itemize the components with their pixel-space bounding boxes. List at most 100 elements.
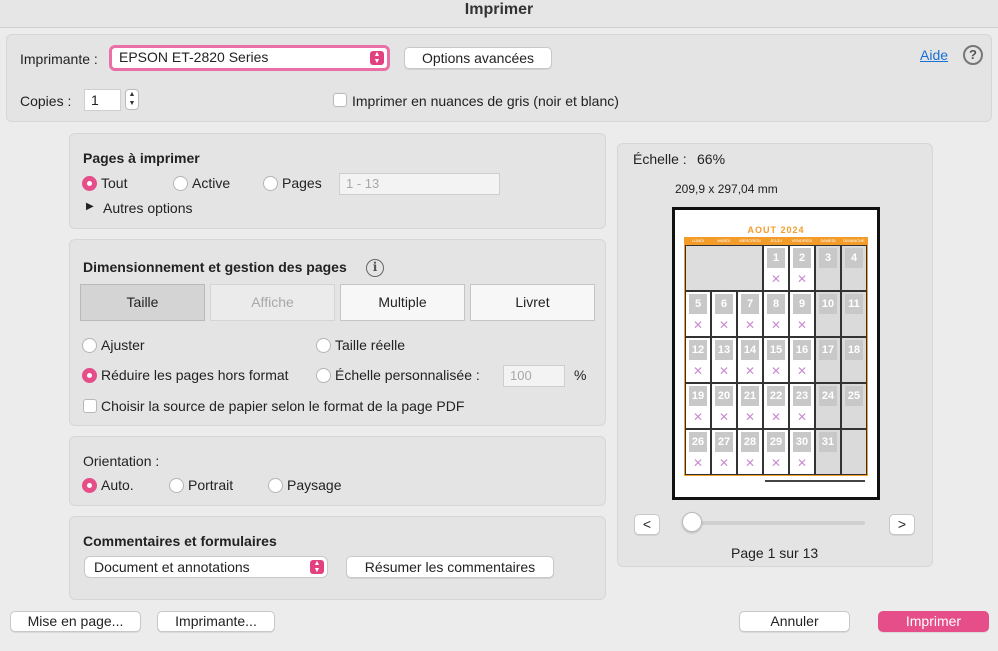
- calendar-day-cell: 16 ✕: [789, 337, 815, 383]
- prev-page-button[interactable]: <: [634, 514, 660, 535]
- calendar-day-number: 22: [767, 386, 785, 406]
- calendar-day-number: 21: [741, 386, 759, 406]
- copies-label: Copies :: [20, 93, 72, 109]
- crossed-icon: ✕: [770, 364, 782, 378]
- calendar-day-cell: 28 ✕: [737, 429, 763, 475]
- zoom-slider-track[interactable]: [683, 521, 865, 525]
- print-button[interactable]: Imprimer: [878, 611, 989, 632]
- radio-pages[interactable]: [263, 176, 278, 191]
- next-page-button[interactable]: >: [889, 514, 915, 535]
- calendar-day-number: 14: [741, 340, 759, 360]
- weekday-header: MERCREDI: [737, 237, 763, 245]
- calendar-day-cell: 7 ✕: [737, 291, 763, 337]
- calendar-day-cell: 26 ✕: [685, 429, 711, 475]
- calendar-day-cell: 23 ✕: [789, 383, 815, 429]
- grayscale-checkbox[interactable]: [333, 93, 347, 107]
- calendar-day-cell: 12 ✕: [685, 337, 711, 383]
- mode-booklet-button[interactable]: Livret: [470, 284, 595, 321]
- calendar-day-cell: 30 ✕: [789, 429, 815, 475]
- printer-select-value: EPSON ET-2820 Series: [119, 49, 269, 65]
- calendar-blank-cell: [841, 429, 867, 475]
- radio-fit-label: Ajuster: [101, 337, 145, 353]
- calendar-day-number: 1: [767, 248, 785, 268]
- calendar-day-number: 7: [741, 294, 759, 314]
- advanced-options-button[interactable]: Options avancées: [404, 47, 552, 69]
- radio-fit[interactable]: [82, 338, 97, 353]
- orientation-section: [69, 436, 606, 506]
- calendar-day-cell: 25: [841, 383, 867, 429]
- radio-auto[interactable]: [82, 478, 97, 493]
- calendar-day-number: 25: [845, 386, 863, 406]
- calendar-day-number: 20: [715, 386, 733, 406]
- calendar-day-cell: 2 ✕: [789, 245, 815, 291]
- crossed-icon: ✕: [692, 364, 704, 378]
- radio-landscape-label: Paysage: [287, 477, 342, 493]
- page-range-input[interactable]: 1 - 13: [339, 173, 500, 195]
- calendar-day-number: 29: [767, 432, 785, 452]
- percent-label: %: [574, 367, 587, 383]
- comments-select-value: Document et annotations: [94, 559, 250, 575]
- crossed-icon: ✕: [796, 318, 808, 332]
- mode-multiple-button[interactable]: Multiple: [340, 284, 465, 321]
- more-options-label[interactable]: Autres options: [103, 200, 193, 216]
- calendar-day-cell: 10: [815, 291, 841, 337]
- disclosure-triangle-icon[interactable]: ▶: [86, 201, 94, 212]
- mode-size-button[interactable]: Taille: [80, 284, 205, 321]
- paper-source-label: Choisir la source de papier selon le for…: [101, 398, 465, 414]
- weekday-header: VENDREDI: [789, 237, 815, 245]
- printer-select[interactable]: EPSON ET-2820 Series ▲ ▼: [109, 45, 390, 71]
- weekday-header: SAMEDI: [815, 237, 841, 245]
- paper-dimensions: 209,9 x 297,04 mm: [675, 182, 778, 196]
- crossed-icon: ✕: [796, 364, 808, 378]
- help-link[interactable]: Aide: [920, 47, 948, 63]
- calendar-day-number: 15: [767, 340, 785, 360]
- window-title: Imprimer: [0, 0, 998, 28]
- crossed-icon: ✕: [692, 410, 704, 424]
- radio-actual-size[interactable]: [316, 338, 331, 353]
- calendar-day-cell: 13 ✕: [711, 337, 737, 383]
- crossed-icon: ✕: [744, 410, 756, 424]
- radio-portrait-label: Portrait: [188, 477, 234, 493]
- zoom-slider-thumb[interactable]: [682, 512, 702, 532]
- paper-source-checkbox[interactable]: [83, 399, 97, 413]
- radio-shrink[interactable]: [82, 368, 97, 383]
- calendar-day-cell: 18: [841, 337, 867, 383]
- help-icon[interactable]: ?: [963, 45, 983, 65]
- calendar-day-number: 28: [741, 432, 759, 452]
- printer-button[interactable]: Imprimante...: [157, 611, 275, 632]
- crossed-icon: ✕: [718, 364, 730, 378]
- radio-custom-scale[interactable]: [316, 368, 331, 383]
- crossed-icon: ✕: [796, 272, 808, 286]
- page-setup-button[interactable]: Mise en page...: [10, 611, 141, 632]
- copies-input[interactable]: 1: [84, 89, 121, 111]
- crossed-icon: ✕: [770, 272, 782, 286]
- custom-scale-input[interactable]: 100: [503, 365, 565, 387]
- page-preview: AOUT 2024 LUNDI MARDI MERCREDI JEUDI VENDRED…: [672, 207, 880, 500]
- radio-landscape[interactable]: [268, 478, 283, 493]
- calendar-day-cell: 14 ✕: [737, 337, 763, 383]
- calendar-day-cell: 5 ✕: [685, 291, 711, 337]
- calendar-day-cell: 29 ✕: [763, 429, 789, 475]
- calendar-day-cell: 21 ✕: [737, 383, 763, 429]
- cancel-button[interactable]: Annuler: [739, 611, 850, 632]
- comments-select[interactable]: Document et annotations ▲ ▼: [84, 556, 328, 578]
- radio-active[interactable]: [173, 176, 188, 191]
- calendar-day-cell: 9 ✕: [789, 291, 815, 337]
- calendar-day-number: 26: [689, 432, 707, 452]
- radio-portrait[interactable]: [169, 478, 184, 493]
- crossed-icon: ✕: [744, 456, 756, 470]
- calendar-day-cell: 19 ✕: [685, 383, 711, 429]
- radio-actual-size-label: Taille réelle: [335, 337, 406, 353]
- calendar-day-number: 2: [793, 248, 811, 268]
- mode-poster-button[interactable]: Affiche: [210, 284, 335, 321]
- copies-stepper[interactable]: ▲ ▼: [125, 89, 139, 110]
- radio-all[interactable]: [82, 176, 97, 191]
- summarize-comments-button[interactable]: Résumer les commentaires: [346, 556, 554, 578]
- info-icon[interactable]: i: [366, 259, 384, 277]
- pages-heading: Pages à imprimer: [83, 150, 200, 166]
- calendar-day-number: 4: [845, 248, 863, 268]
- calendar-day-cell: 4: [841, 245, 867, 291]
- preview-footer-line: [765, 480, 865, 482]
- calendar-day-cell: 22 ✕: [763, 383, 789, 429]
- crossed-icon: ✕: [796, 456, 808, 470]
